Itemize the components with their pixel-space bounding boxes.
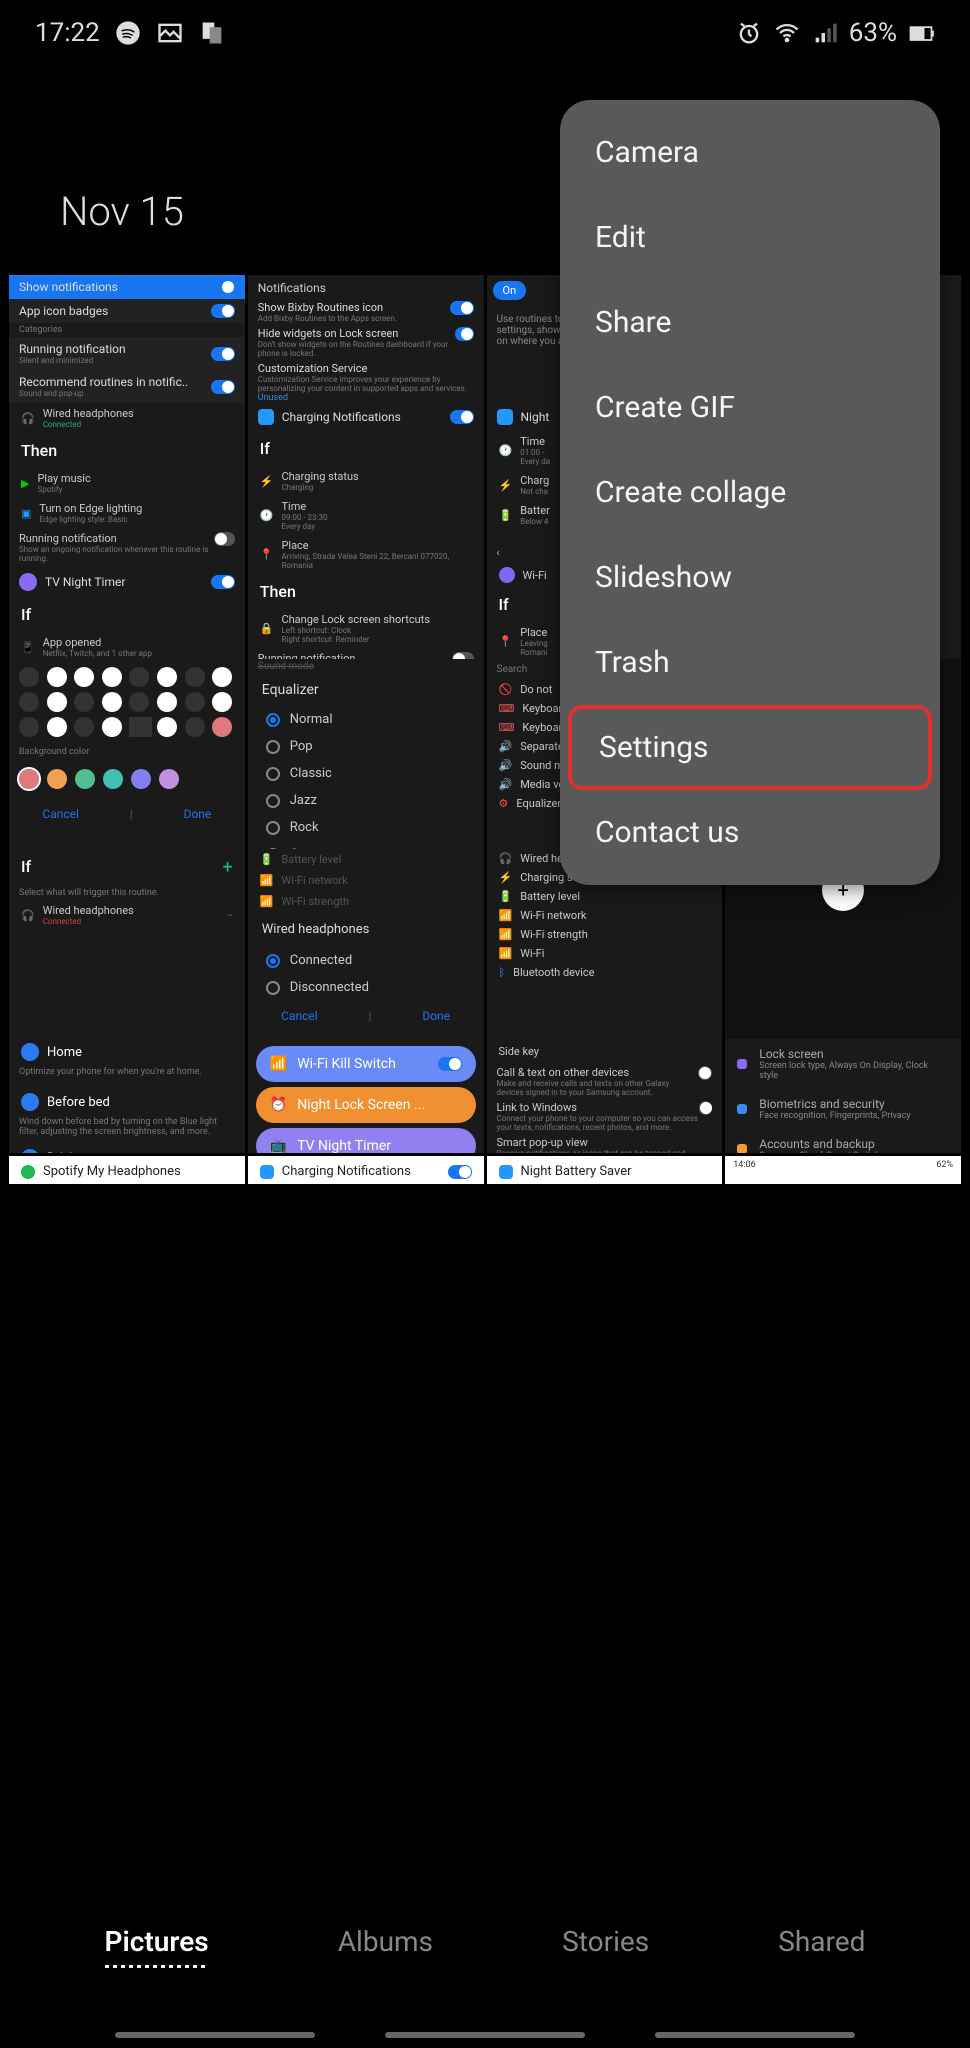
thumbnail[interactable]: Charging Notifications If ⚡Charging stat… <box>248 403 484 659</box>
wifi-icon <box>499 567 515 583</box>
tv-icon: 📺 <box>270 1138 287 1153</box>
gallery-icon <box>156 19 184 47</box>
status-time: 17:22 <box>35 18 100 48</box>
thumbnail[interactable]: 14:0662% <box>725 1156 961 1184</box>
sim-icon <box>198 19 226 47</box>
thumbnail[interactable]: 📶Wi-Fi Kill Switch ⏰Night Lock Screen ..… <box>248 1039 484 1153</box>
thumbnail[interactable]: 🔋Battery level 📶Wi-Fi network 📶Wi-Fi str… <box>248 849 484 1039</box>
menu-share[interactable]: Share <box>560 280 940 365</box>
thumbnail[interactable]: Notifications Show Bixby Routines iconAd… <box>248 275 484 403</box>
menu-create-gif[interactable]: Create GIF <box>560 365 940 450</box>
thumbnail[interactable]: If+ Select what will trigger this routin… <box>9 849 245 1039</box>
tab-albums[interactable]: Albums <box>338 1925 433 1958</box>
clock-icon: 🕐 <box>260 509 274 522</box>
menu-edit[interactable]: Edit <box>560 195 940 280</box>
battery-icon <box>907 19 935 47</box>
menu-create-collage[interactable]: Create collage <box>560 450 940 535</box>
nav-recent[interactable] <box>115 2032 315 2038</box>
wifi-icon <box>773 19 801 47</box>
nav-bar <box>0 2032 970 2038</box>
thumbnail[interactable]: Lock screenScreen lock type, Always On D… <box>725 1039 961 1153</box>
edge-icon: ▣ <box>21 507 31 520</box>
thumbnail[interactable]: Charging Notifications <box>248 1156 484 1184</box>
lock-icon: 🔒 <box>260 622 274 635</box>
tab-pictures[interactable]: Pictures <box>105 1925 209 1958</box>
menu-trash[interactable]: Trash <box>560 620 940 705</box>
charging-icon <box>258 409 274 425</box>
spotify-icon <box>21 1165 35 1179</box>
battery-icon: 🔋 <box>499 509 513 522</box>
play-icon: ▶ <box>21 477 29 490</box>
home-icon <box>21 1043 39 1061</box>
tab-shared[interactable]: Shared <box>778 1925 865 1958</box>
thumbnail[interactable]: 🎧Wired headphonesConnected Then ▶Play mu… <box>9 403 245 659</box>
menu-contact-us[interactable]: Contact us <box>560 790 940 875</box>
spotify-icon <box>114 19 142 47</box>
app-icon: 📱 <box>21 641 35 654</box>
battery-percent: 63% <box>849 18 897 48</box>
thumbnail[interactable]: Sound mode Equalizer Normal Pop Classic … <box>248 659 484 849</box>
clock-icon: 🕐 <box>499 444 513 457</box>
options-menu: Camera Edit Share Create GIF Create coll… <box>560 100 940 885</box>
bottom-tabs: Pictures Albums Stories Shared <box>0 1905 970 1978</box>
thumbnail[interactable]: Side key Call & text on other devicesMak… <box>487 1039 723 1153</box>
tv-icon <box>19 573 37 591</box>
headphones-icon: 🎧 <box>21 412 35 425</box>
night-icon <box>499 1165 513 1179</box>
car-icon <box>21 1149 39 1153</box>
thumbnail[interactable]: Spotify My Headphones <box>9 1156 245 1184</box>
thumbnail[interactable]: Background color Cancel|Done <box>9 659 245 849</box>
wifi-icon: 📶 <box>270 1056 287 1072</box>
menu-slideshow[interactable]: Slideshow <box>560 535 940 620</box>
night-icon <box>497 409 513 425</box>
bolt-icon: ⚡ <box>260 475 274 488</box>
status-bar: 17:22 63% <box>0 0 970 58</box>
bolt-icon: ⚡ <box>499 479 513 492</box>
place-icon: 📍 <box>260 548 274 561</box>
nav-home[interactable] <box>385 2032 585 2038</box>
thumbnail[interactable]: Home Optimize your phone for when you're… <box>9 1039 245 1153</box>
menu-camera[interactable]: Camera <box>560 110 940 195</box>
menu-settings[interactable]: Settings <box>568 705 932 790</box>
charging-icon <box>260 1165 274 1179</box>
thumbnail[interactable]: Show notifications App icon badges Categ… <box>9 275 245 403</box>
tab-stories[interactable]: Stories <box>562 1925 649 1958</box>
thumbnail[interactable]: Night Battery Saver <box>487 1156 723 1184</box>
signal-icon <box>811 19 839 47</box>
place-icon: 📍 <box>499 635 513 648</box>
headphones-icon: 🎧 <box>21 909 35 922</box>
alarm-icon <box>735 19 763 47</box>
nav-back[interactable] <box>655 2032 855 2038</box>
clock-icon: ⏰ <box>270 1097 287 1113</box>
moon-icon <box>21 1093 39 1111</box>
